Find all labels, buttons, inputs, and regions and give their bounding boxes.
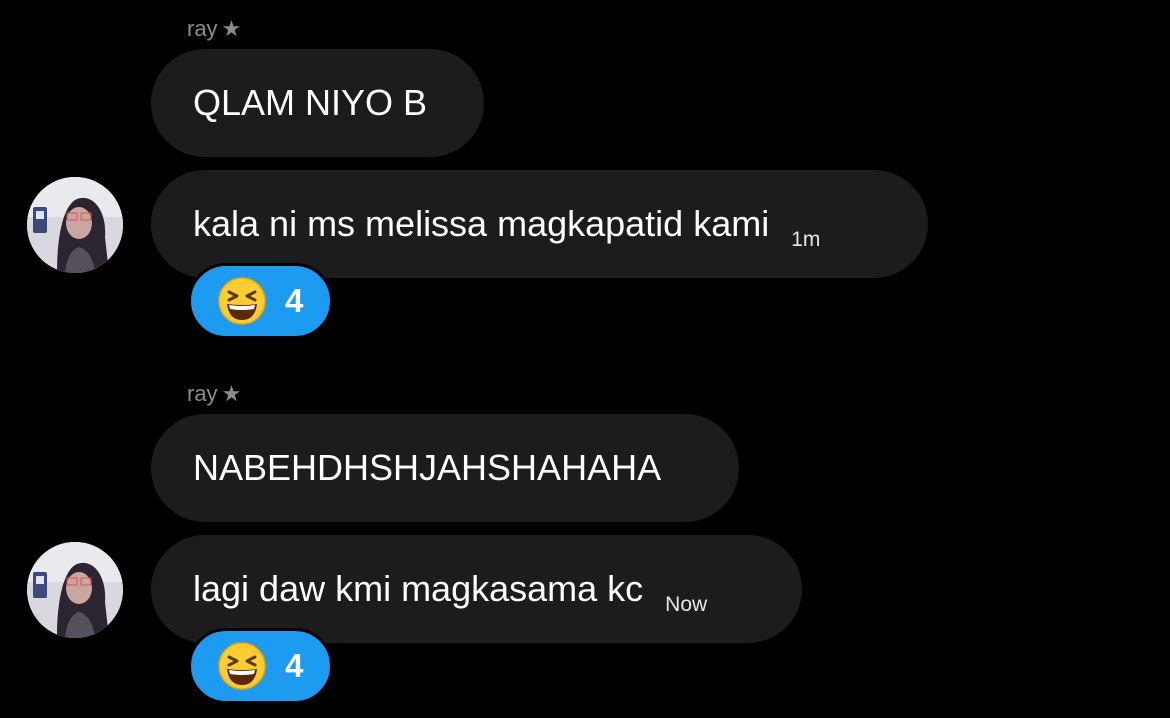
message-text: lagi daw kmi magkasama kc — [193, 568, 644, 609]
avatar-image — [27, 542, 123, 638]
grinning-squinting-face-emoji-icon — [218, 642, 266, 690]
grinning-squinting-face-emoji-icon — [218, 277, 266, 325]
message-bubble[interactable]: QLAM NIYO B — [151, 49, 484, 157]
sender-name[interactable]: ray ★ — [187, 14, 241, 44]
sender-name-label: ray — [187, 381, 218, 406]
reaction-count: 4 — [285, 282, 304, 319]
message-text: NABEHDHSHJAHSHAHAHA — [193, 447, 662, 488]
reaction-count: 4 — [285, 647, 304, 684]
message-timestamp: 1m — [791, 228, 821, 251]
sender-name[interactable]: ray ★ — [187, 379, 241, 409]
avatar[interactable] — [27, 542, 123, 638]
star-icon: ★ — [221, 381, 242, 406]
reaction-badge[interactable]: 4 — [188, 628, 333, 704]
reaction-badge[interactable]: 4 — [188, 263, 333, 339]
message-text: kala ni ms melissa magkapatid kami — [193, 203, 770, 244]
star-icon: ★ — [221, 16, 242, 41]
sender-name-label: ray — [187, 16, 218, 41]
avatar-image — [27, 177, 123, 273]
message-bubble[interactable]: NABEHDHSHJAHSHAHAHA — [151, 414, 739, 522]
avatar[interactable] — [27, 177, 123, 273]
message-bubble[interactable]: kala ni ms melissa magkapatid kami 1m — [151, 170, 928, 278]
message-timestamp: Now — [665, 593, 708, 616]
message-text: QLAM NIYO B — [193, 82, 428, 123]
message-bubble[interactable]: lagi daw kmi magkasama kc Now — [151, 535, 802, 643]
